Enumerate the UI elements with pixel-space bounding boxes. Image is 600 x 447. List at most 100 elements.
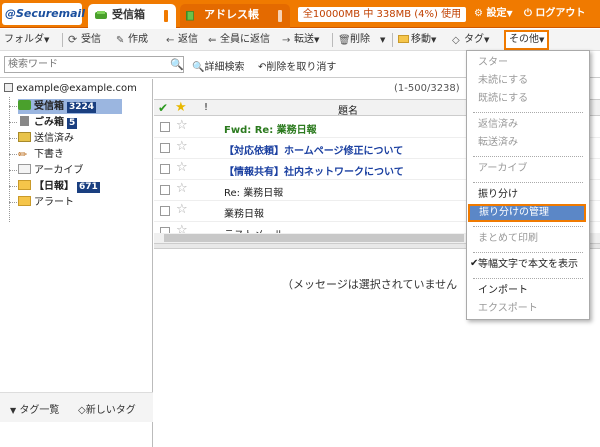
menu-item-filter[interactable]: 振り分け <box>467 186 589 204</box>
move-button[interactable]: 移動▼ <box>398 33 436 47</box>
menu-item-import[interactable]: インポート <box>467 282 589 300</box>
caret-down-icon: ▼ <box>314 36 320 44</box>
scrollbar-thumb[interactable] <box>164 234 464 242</box>
row-checkbox[interactable] <box>160 122 170 132</box>
reply-all-icon: ⇐ <box>208 35 217 46</box>
tab-inbox[interactable]: 受信箱 <box>88 4 176 28</box>
sidebar-item-trash[interactable]: ごみ箱 5 <box>18 115 78 130</box>
menu-item-monospace[interactable]: 等幅文字で本文を表示 <box>467 256 589 274</box>
delete-menu-button[interactable]: ▼ <box>380 33 385 47</box>
tab-address-book-label: アドレス帳 <box>204 8 259 21</box>
inbox-icon <box>95 11 107 19</box>
advanced-search-link[interactable]: 🔍詳細検索 <box>192 58 244 73</box>
other-label: その他 <box>509 34 539 45</box>
no-message-text: （メッセージは選択されていません <box>282 278 458 291</box>
tree-line <box>9 122 17 123</box>
row-subject: 業務日報 <box>224 209 264 220</box>
delete-button[interactable]: 🗑削除 <box>338 33 370 47</box>
settings-menu[interactable]: ⚙ 設定▼ <box>474 7 513 21</box>
menu-item-mark-read[interactable]: 既読にする <box>467 90 589 108</box>
paging-info: (1-500/3238) <box>394 83 460 94</box>
tab-grip-icon <box>164 10 168 22</box>
sidebar-item-inbox[interactable]: 受信箱 3224 <box>18 99 122 114</box>
menu-separator <box>473 226 583 227</box>
receive-label: 受信 <box>81 34 101 45</box>
forward-icon: → <box>282 35 291 46</box>
sidebar-item-drafts[interactable]: ✏ 下書き <box>18 147 64 162</box>
menu-item-replied[interactable]: 返信済み <box>467 116 589 134</box>
account-node[interactable]: example@example.com <box>4 83 137 94</box>
star-icon[interactable]: ☆ <box>176 182 188 196</box>
reply-all-button[interactable]: ⇐ 全員に返信 <box>208 33 270 47</box>
delete-label: 削除 <box>350 34 370 45</box>
inbox-icon <box>18 100 31 110</box>
trash-icon <box>20 116 29 126</box>
trash-icon: 🗑 <box>338 35 351 46</box>
tag-panel-bar: ▼ タグ一覧 ◇新しいタグ <box>0 392 153 422</box>
sidebar-item-daily-report[interactable]: 【日報】 671 <box>18 179 100 194</box>
menu-item-star[interactable]: スター <box>467 54 589 72</box>
column-flag[interactable]: ! <box>204 102 208 113</box>
menu-item-archive[interactable]: アーカイブ <box>467 160 589 178</box>
toolbar-divider <box>332 33 333 47</box>
sidebar-item-sent[interactable]: 送信済み <box>18 131 74 146</box>
address-book-icon <box>186 11 194 21</box>
menu-item-forwarded[interactable]: 転送済み <box>467 134 589 152</box>
star-column-icon[interactable]: ★ <box>175 100 187 115</box>
folder-label: 送信済み <box>34 133 74 144</box>
row-subject: Fwd: Re: 業務日報 <box>224 125 317 136</box>
search-icon[interactable]: 🔍 <box>170 58 184 71</box>
folder-menu-button[interactable]: フォルダ▼ <box>4 33 49 47</box>
tag-button[interactable]: ◇ タグ▼ <box>452 33 489 47</box>
row-subject: Re: 業務日報 <box>224 188 284 199</box>
caret-down-icon: ▼ <box>380 36 386 44</box>
logout-label: ログアウト <box>535 8 586 19</box>
other-menu-button[interactable]: その他▼ <box>504 30 550 50</box>
move-label: 移動 <box>411 34 431 45</box>
sidebar-item-archive[interactable]: アーカイブ <box>18 163 83 178</box>
row-subject: 【情報共有】社内ネットワークについて <box>224 167 404 178</box>
row-checkbox[interactable] <box>160 206 170 216</box>
sidebar-item-alert[interactable]: アラート <box>18 195 74 210</box>
menu-separator <box>473 278 583 279</box>
star-icon[interactable]: ☆ <box>176 140 188 154</box>
menu-item-manage-filters[interactable]: 振り分けの管理 <box>468 204 586 222</box>
undo-delete-link[interactable]: ↶削除を取り消す <box>258 58 336 73</box>
caret-down-icon: ▼ <box>539 36 545 44</box>
reply-icon: ← <box>166 35 175 46</box>
new-tag-button[interactable]: ◇新しいタグ <box>78 401 136 416</box>
menu-item-export[interactable]: エクスポート <box>467 300 589 318</box>
folder-label: 受信箱 <box>34 101 64 112</box>
row-checkbox[interactable] <box>160 185 170 195</box>
row-checkbox[interactable] <box>160 164 170 174</box>
tree-line <box>9 154 17 155</box>
reply-button[interactable]: ← 返信 <box>166 33 198 47</box>
power-icon: ⏻ <box>524 8 532 19</box>
settings-label: 設定 <box>486 8 507 19</box>
archive-icon <box>18 164 31 174</box>
search-input[interactable] <box>4 56 184 73</box>
star-icon[interactable]: ☆ <box>176 203 188 217</box>
forward-button[interactable]: → 転送▼ <box>282 33 319 47</box>
search-icon: 🔍 <box>192 62 205 73</box>
tab-address-book[interactable]: アドレス帳 <box>180 4 290 28</box>
select-all-check-icon[interactable]: ✔ <box>158 101 168 115</box>
tab-grip-icon <box>278 10 282 22</box>
caret-down-icon: ▼ <box>506 9 513 18</box>
compose-button[interactable]: ✎ 作成 <box>116 33 148 47</box>
menu-separator <box>473 156 583 157</box>
tab-inbox-label: 受信箱 <box>112 8 145 21</box>
star-icon[interactable]: ☆ <box>176 119 188 133</box>
menu-item-print-all[interactable]: まとめて印刷 <box>467 230 589 248</box>
column-subject[interactable]: 題名 <box>338 102 358 117</box>
logout-button[interactable]: ⏻ ログアウト <box>524 7 585 21</box>
row-checkbox[interactable] <box>160 143 170 153</box>
folder-label: フォルダ <box>4 34 44 45</box>
receive-button[interactable]: ⟳ 受信 <box>68 33 101 47</box>
row-subject: 【対応依頼】ホームページ修正について <box>224 146 404 157</box>
menu-item-mark-unread[interactable]: 未読にする <box>467 72 589 90</box>
tag-list-toggle[interactable]: ▼ タグ一覧 <box>10 401 59 416</box>
folder-icon <box>18 180 31 190</box>
star-icon[interactable]: ☆ <box>176 161 188 175</box>
advanced-search-label: 詳細検索 <box>204 62 245 73</box>
